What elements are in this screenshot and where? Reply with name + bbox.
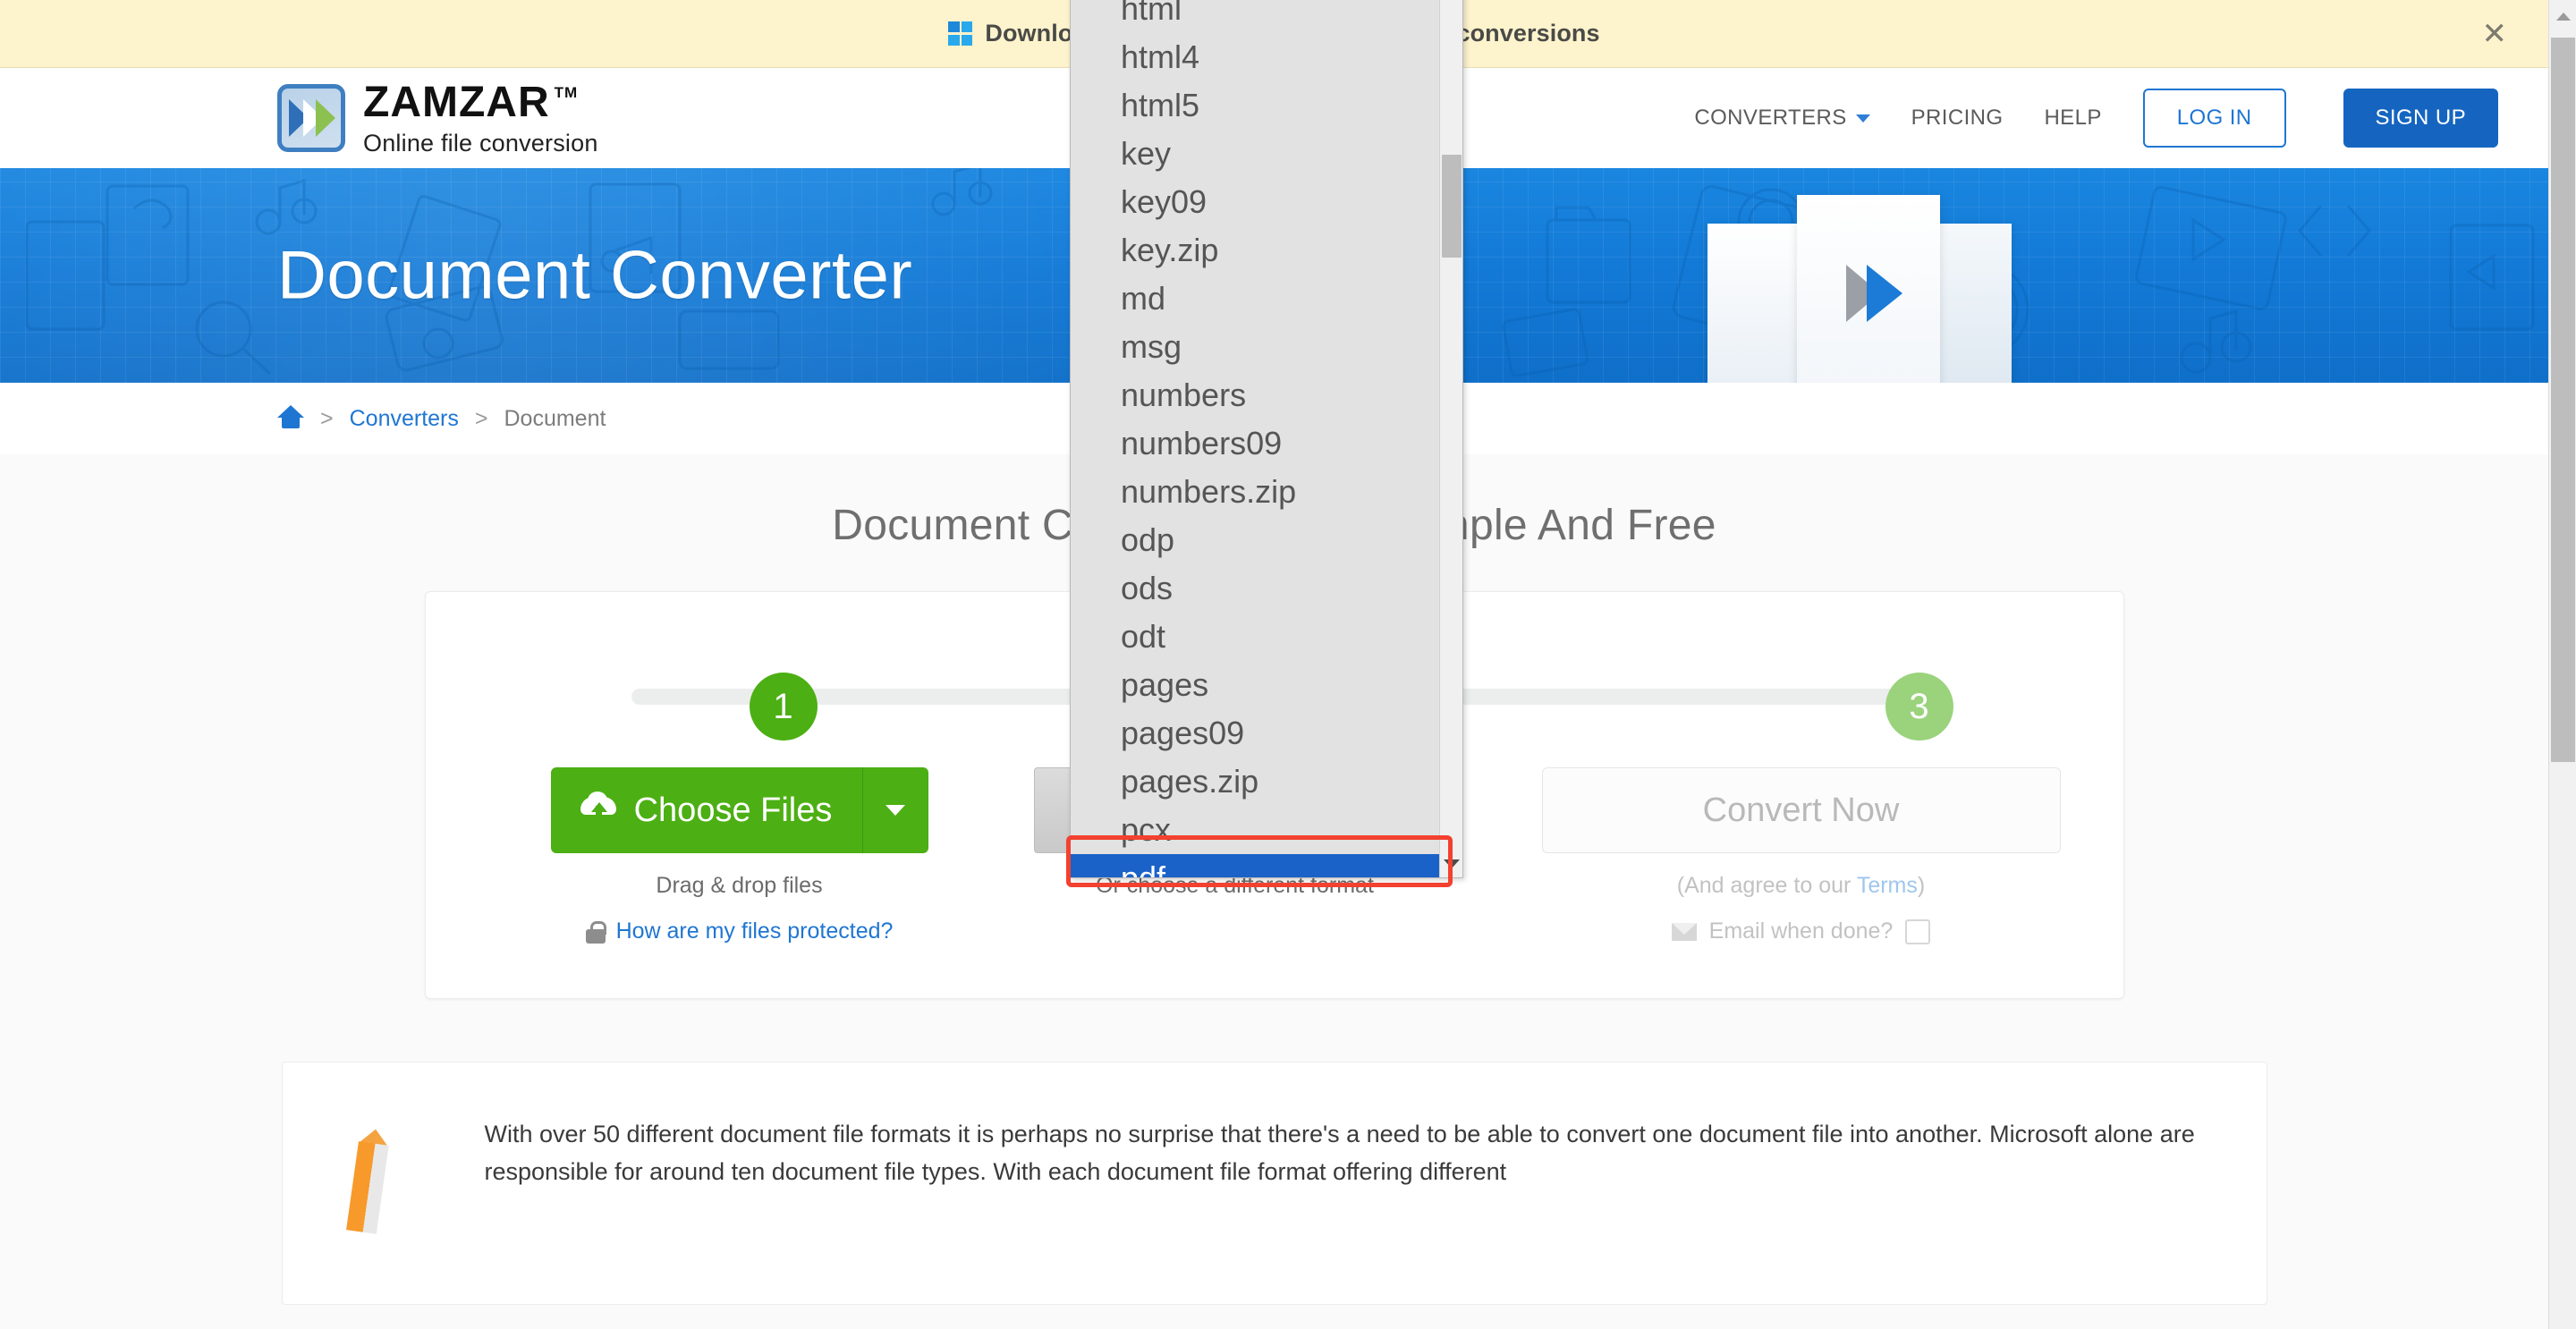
breadcrumb-separator-2: > [474,405,488,431]
convert-now-label: Convert Now [1702,791,1900,829]
terms-row: (And agree to our Terms) [1542,873,2061,899]
lock-icon [585,920,606,944]
dropdown-option-key-zip[interactable]: key.zip [1071,226,1439,275]
step-circle-3: 3 [1885,673,1953,741]
chevron-down-icon [886,805,905,816]
dropdown-option-numbers09[interactable]: numbers09 [1071,419,1439,468]
step-3-column: Convert Now (And agree to our Terms) Ema… [1541,767,2061,944]
windows-logo-icon [948,21,973,46]
nav-item-pricing-label: PRICING [1911,106,2004,130]
chevron-down-icon[interactable] [1444,859,1460,868]
browser-scrollbar[interactable] [2548,0,2576,1329]
convert-now-button[interactable]: Convert Now [1541,767,2061,853]
breadcrumb-item-document: Document [504,405,606,431]
breadcrumb-home-link[interactable] [277,402,304,436]
terms-prefix: (And agree to our [1676,873,1857,898]
nav-item-help-label: HELP [2044,106,2102,130]
choose-files-dropdown-button[interactable] [861,767,928,853]
dropdown-option-numbers-zip[interactable]: numbers.zip [1071,468,1439,516]
files-protected-link[interactable]: How are my files protected? [616,918,894,944]
dropdown-option-pages-zip[interactable]: pages.zip [1071,758,1439,806]
choose-files-group: Choose Files [550,767,928,853]
format-dropdown-popup[interactable]: html html4 html5 key key09 key.zip md msg number… [1070,0,1463,878]
step-circle-1: 1 [749,673,818,741]
pencil-icon [333,1116,449,1250]
dropdown-option-pages[interactable]: pages [1071,661,1439,709]
dropdown-option-pdf[interactable]: pdf [1071,854,1439,877]
trademark-mark: TM [554,83,579,101]
dropdown-option-md[interactable]: md [1071,275,1439,323]
page-title: Document Converter [277,237,913,314]
dropdown-option-html5[interactable]: html5 [1071,81,1439,130]
home-icon [277,402,304,429]
breadcrumb-separator-1: > [320,405,334,431]
choose-files-label: Choose Files [633,791,833,829]
step-1-column: Choose Files Drag & drop files How are m… [550,767,928,944]
zamzar-logo[interactable]: ZAMZAR TM Online file conversion [277,78,598,157]
dropdown-option-html4[interactable]: html4 [1071,33,1439,81]
signup-button[interactable]: SIGN UP [2343,89,2498,148]
login-button[interactable]: LOG IN [2142,89,2286,148]
cloud-upload-icon [580,791,616,825]
email-when-done-checkbox[interactable] [1905,918,1931,944]
dropdown-option-html[interactable]: html [1071,0,1439,33]
info-panel: With over 50 different document file for… [281,1062,2267,1305]
nav-item-pricing[interactable]: PRICING [1911,106,2004,131]
close-icon[interactable]: ✕ [2482,19,2508,49]
files-protected-row: How are my files protected? [551,918,928,944]
nav-item-converters-label: CONVERTERS [1694,106,1847,130]
dropdown-scrollbar-thumb[interactable] [1442,155,1462,258]
nav-item-help[interactable]: HELP [2044,106,2101,131]
chevron-down-icon [1855,114,1870,123]
zamzar-mark-icon [277,84,345,152]
logo-name: ZAMZAR TM [363,78,598,126]
email-when-done-label: Email when done? [1708,918,1894,944]
logo-name-text: ZAMZAR [363,78,550,126]
dropdown-option-key09[interactable]: key09 [1071,178,1439,226]
info-paragraph: With over 50 different document file for… [484,1121,2195,1185]
dropdown-option-numbers[interactable]: numbers [1071,371,1439,419]
logo-tagline: Online file conversion [363,129,598,157]
dropdown-option-msg[interactable]: msg [1071,323,1439,371]
browser-scrollbar-thumb[interactable] [2551,38,2575,762]
envelope-icon [1671,922,1697,941]
dropdown-option-pcx[interactable]: pcx [1071,806,1439,854]
dropdown-option-pages09[interactable]: pages09 [1071,709,1439,758]
nav-item-converters[interactable]: CONVERTERS [1694,106,1870,131]
dropdown-option-ods[interactable]: ods [1071,564,1439,613]
scroll-up-arrow-icon[interactable] [2556,13,2571,21]
email-when-done-row: Email when done? [1542,918,2061,944]
terms-link[interactable]: Terms [1857,873,1918,898]
browser-viewport: Download our new Desktop App for file co… [0,0,2576,1329]
breadcrumb-item-converters[interactable]: Converters [350,406,459,432]
dropdown-option-key[interactable]: key [1071,130,1439,178]
format-dropdown-list[interactable]: html html4 html5 key key09 key.zip md msg number… [1071,0,1439,877]
main-navigation: CONVERTERS PRICING HELP LOG IN SIGN UP [1694,89,2498,148]
hero-document-play-graphic [1672,168,2047,383]
dropdown-option-odp[interactable]: odp [1071,516,1439,564]
logo-wordmark: ZAMZAR TM Online file conversion [363,78,598,157]
terms-suffix: ) [1917,873,1926,898]
dropdown-option-odt[interactable]: odt [1071,613,1439,661]
choose-files-button[interactable]: Choose Files [550,767,862,853]
drag-drop-helper-text: Drag & drop files [656,873,823,898]
dropdown-scrollbar[interactable] [1439,0,1462,877]
